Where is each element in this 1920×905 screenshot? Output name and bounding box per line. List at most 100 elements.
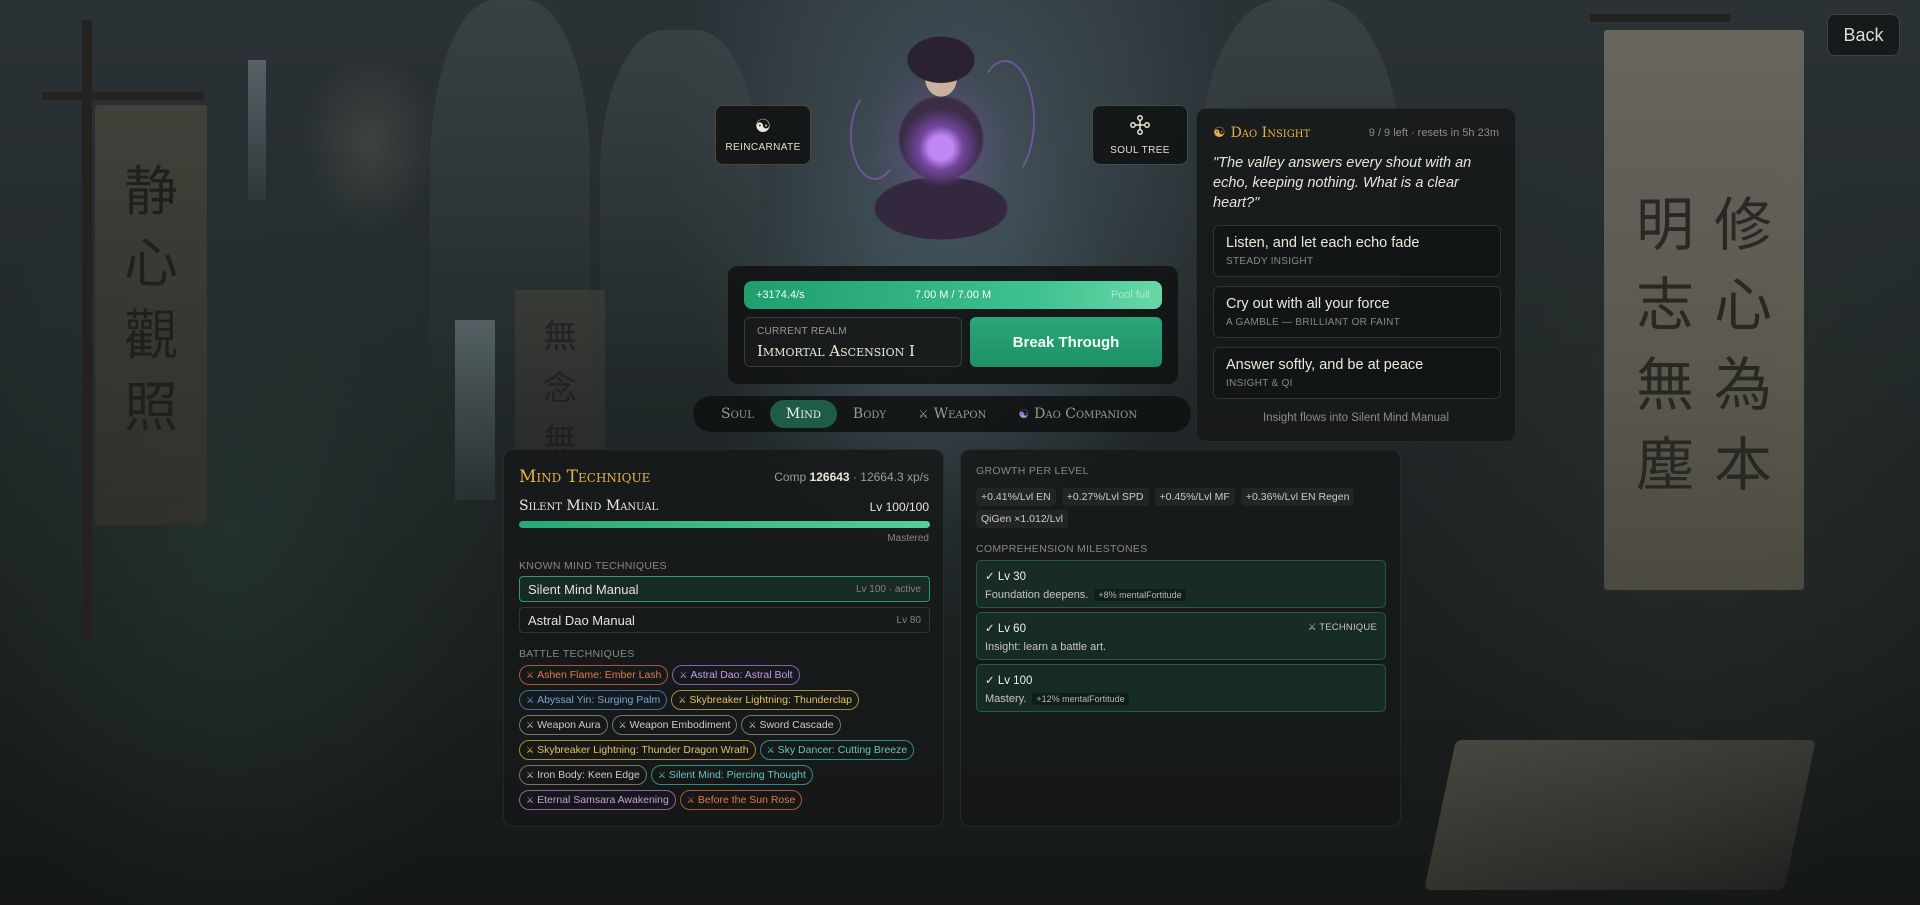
qi-progress-bar: +3174.4/s 7.00 M / 7.00 M Pool full [744, 281, 1162, 309]
tab-mind[interactable]: Mind [769, 400, 837, 428]
growth-panel: GROWTH PER LEVEL +0.41%/Lvl EN +0.27%/Lv… [960, 449, 1401, 827]
battle-technique-chip[interactable]: ⚔ Astral Dao: Astral Bolt [672, 665, 800, 685]
tab-soul[interactable]: Soul [705, 400, 770, 428]
tab-dao-companion[interactable]: ☯ Dao Companion [1002, 400, 1153, 428]
background-waterfall [455, 320, 495, 500]
cultivation-panel: +3174.4/s 7.00 M / 7.00 M Pool full CURR… [728, 266, 1178, 384]
battle-technique-chip[interactable]: ⚔ Sword Cascade [741, 715, 841, 735]
milestone-level: ✓ Lv 30 [985, 571, 1026, 583]
milestone-lv100: ✓ Lv 100 Mastery. +12% mentalFortitude [976, 664, 1386, 712]
battle-technique-chip[interactable]: ⚔ Before the Sun Rose [679, 790, 803, 810]
technique-unlock-tag: ⚔ TECHNIQUE [1307, 622, 1377, 633]
insight-choice-1[interactable]: Listen, and let each echo fade STEADY IN… [1213, 225, 1501, 277]
battle-technique-list: ⚔ Ashen Flame: Ember Lash ⚔ Astral Dao: As… [519, 665, 937, 810]
battle-technique-chip[interactable]: ⚔ Abyssal Yin: Surging Palm [519, 690, 668, 710]
milestone-desc: Insight: learn a battle art. [985, 641, 1107, 653]
mind-technique-panel: Mind Technique Comp 126643 · 12664.3 xp/… [503, 449, 944, 827]
mind-technique-title: Mind Technique [519, 467, 651, 487]
choice-subtitle: INSIGHT & QI [1226, 378, 1293, 389]
growth-per-level-label: GROWTH PER LEVEL [976, 465, 1089, 477]
background-waterfall-top [248, 60, 266, 200]
yin-yang-icon: ☯ [754, 116, 772, 136]
known-technique-silent-mind[interactable]: Silent Mind Manual Lv 100 · active [519, 576, 930, 602]
crossed-swords-icon: ⚔ [678, 695, 687, 705]
milestone-desc: Mastery. [985, 693, 1027, 705]
background-cliff-left [430, 0, 590, 420]
reincarnate-label: REINCARNATE [725, 142, 801, 153]
manual-name: Silent Mind Manual [519, 498, 659, 514]
battle-technique-chip[interactable]: ⚔ Weapon Embodiment [611, 715, 738, 735]
background-pole-right [1590, 14, 1730, 22]
soul-tree-label: SOUL TREE [1110, 144, 1170, 156]
break-through-button[interactable]: Break Through [970, 317, 1162, 367]
crossed-swords-icon: ⚔ [526, 745, 535, 755]
right-banner: 明 志 無 塵 修 心 為 本 [1604, 30, 1804, 590]
back-button[interactable]: Back [1827, 14, 1900, 56]
milestones-label: COMPREHENSION MILESTONES [976, 543, 1148, 555]
growth-tag: +0.41%/Lvl EN [976, 488, 1056, 506]
battle-technique-chip[interactable]: ⚔ Skybreaker Lightning: Thunder Dragon Wr… [519, 740, 756, 760]
insight-choice-3[interactable]: Answer softly, and be at peace INSIGHT &… [1213, 347, 1501, 399]
dao-insight-quote: "The valley answers every shout with an … [1213, 155, 1472, 211]
crossed-swords-icon: ⚔ [526, 795, 535, 805]
battle-technique-chip[interactable]: ⚔ Ashen Flame: Ember Lash [519, 665, 669, 685]
crossed-swords-icon: ⚔ [526, 695, 535, 705]
yin-yang-icon: ☯ [1213, 125, 1226, 141]
milestone-level: ✓ Lv 100 [985, 675, 1033, 687]
background-books [1424, 740, 1816, 890]
manual-progress-bar [519, 521, 930, 528]
choice-title: Cry out with all your force [1226, 296, 1390, 312]
battle-technique-chip[interactable]: ⚔ Silent Mind: Piercing Thought [650, 765, 813, 785]
reincarnate-button[interactable]: ☯ REINCARNATE [715, 105, 811, 165]
realm-label: CURRENT REALM [757, 326, 847, 337]
soul-tree-button[interactable]: SOUL TREE [1092, 105, 1188, 165]
known-technique-level: Lv 80 [896, 614, 921, 626]
choice-title: Answer softly, and be at peace [1226, 357, 1424, 373]
known-technique-name: Silent Mind Manual [528, 581, 639, 597]
crossed-swords-icon: ⚔ [526, 770, 535, 780]
known-technique-level: Lv 100 · active [855, 583, 921, 595]
tab-weapon[interactable]: ⚔ Weapon [902, 400, 1002, 428]
soul-tree-icon [1130, 114, 1150, 138]
crossed-swords-icon: ⚔ [748, 720, 757, 730]
known-technique-name: Astral Dao Manual [528, 612, 635, 628]
mastered-label: Mastered [887, 533, 929, 544]
avatar-aura [975, 60, 1035, 180]
growth-tag: +0.45%/Lvl MF [1154, 488, 1235, 506]
choice-title: Listen, and let each echo fade [1226, 235, 1420, 251]
battle-technique-chip[interactable]: ⚔ Skybreaker Lightning: Thunderclap [671, 690, 859, 710]
milestone-bonus-tag: +12% mentalFortitude [1032, 693, 1129, 705]
dao-insight-title: ☯ Dao Insight [1213, 125, 1311, 141]
manual-level: Lv 100/100 [869, 500, 929, 514]
manual-progress-fill [519, 521, 930, 528]
dao-insight-footer: Insight flows into Silent Mind Manual [1262, 412, 1449, 424]
battle-technique-chip[interactable]: ⚔ Iron Body: Keen Edge [519, 765, 647, 785]
background-pole-left [82, 20, 92, 640]
milestone-lv30: ✓ Lv 30 Foundation deepens. +8% mentalFor… [976, 560, 1386, 608]
growth-tag: +0.36%/Lvl EN Regen [1240, 488, 1355, 506]
known-technique-astral-dao[interactable]: Astral Dao Manual Lv 80 [519, 607, 930, 633]
battle-technique-chip[interactable]: ⚔ Weapon Aura [519, 715, 608, 735]
growth-tag-list: +0.41%/Lvl EN +0.27%/Lvl SPD +0.45%/Lvl … [976, 488, 1386, 528]
realm-value: Immortal Ascension I [757, 342, 915, 360]
dao-insight-panel: ☯ Dao Insight 9 / 9 left · resets in 5h 2… [1196, 108, 1516, 442]
battle-technique-chip[interactable]: ⚔ Eternal Samsara Awakening [519, 790, 676, 810]
milestone-desc: Foundation deepens. [985, 589, 1089, 601]
background-pole-bar [42, 92, 204, 100]
tab-body[interactable]: Body [837, 400, 902, 428]
left-banner: 静 心 觀 照 [95, 105, 207, 525]
battle-techniques-label: BATTLE TECHNIQUES [519, 648, 635, 660]
current-realm-box: CURRENT REALM Immortal Ascension I [744, 317, 962, 367]
milestone-lv60: ✓ Lv 60 Insight: learn a battle art. ⚔ T… [976, 612, 1386, 660]
crossed-swords-icon: ⚔ [918, 407, 929, 421]
yin-yang-icon: ☯ [1018, 407, 1030, 421]
crossed-swords-icon: ⚔ [679, 670, 688, 680]
avatar-aura-left [850, 90, 900, 180]
battle-technique-chip[interactable]: ⚔ Sky Dancer: Cutting Breeze [759, 740, 915, 760]
technique-tabs: Soul Mind Body ⚔ Weapon ☯ Dao Companion [693, 396, 1191, 432]
crossed-swords-icon: ⚔ [526, 670, 535, 680]
insight-choice-2[interactable]: Cry out with all your force A GAMBLE — B… [1213, 286, 1501, 338]
crossed-swords-icon: ⚔ [657, 770, 666, 780]
crossed-swords-icon: ⚔ [526, 720, 535, 730]
growth-tag: +0.27%/Lvl SPD [1061, 488, 1149, 506]
